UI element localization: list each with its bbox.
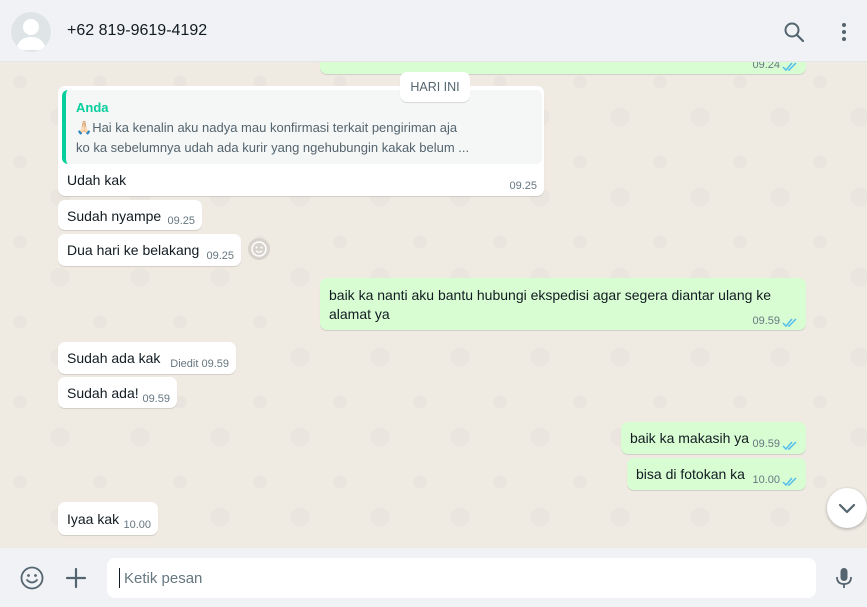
- message-text-line2: alamat ya: [329, 306, 390, 322]
- contact-title[interactable]: +62 819-9619-4192: [67, 22, 207, 40]
- search-icon: [784, 22, 805, 43]
- read-ticks-icon: [782, 477, 797, 487]
- attach-plus-icon: [65, 567, 87, 589]
- message-text: Iyaa kak: [67, 511, 120, 527]
- read-ticks-icon: [782, 318, 797, 328]
- message-bubble-outgoing[interactable]: baik ka nanti aku bantu hubungi ekspedis…: [320, 278, 806, 330]
- composer-bar: Ketik pesan: [0, 548, 867, 607]
- microphone-icon: [836, 568, 852, 588]
- message-text: Sudah nyampe: [67, 208, 162, 224]
- message-text: Sudah ada kak: [67, 350, 161, 366]
- message-bubble-outgoing[interactable]: 09.24: [320, 62, 806, 74]
- text-caret: [119, 568, 120, 588]
- emoji-button[interactable]: [19, 565, 45, 591]
- chat-header: +62 819-9619-4192: [0, 0, 867, 62]
- search-button[interactable]: [781, 19, 807, 45]
- react-button[interactable]: [247, 237, 271, 261]
- smiley-icon: [248, 238, 270, 260]
- message-text: Sudah ada!: [67, 385, 139, 401]
- message-bubble-incoming[interactable]: Sudah nyampe 09.25: [58, 200, 202, 230]
- message-list[interactable]: 09.24 HARI INI Anda 🙏🏻Hai ka kenalin aku…: [0, 62, 867, 548]
- message-bubble-outgoing[interactable]: baik ka makasih ya 09.59: [621, 422, 806, 454]
- avatar[interactable]: [11, 12, 51, 52]
- message-time: 09.59: [752, 315, 780, 327]
- message-text: bisa di fotokan ka: [636, 466, 745, 482]
- message-bubble-incoming[interactable]: Iyaa kak 10.00: [58, 502, 158, 535]
- message-time: 09.25: [206, 250, 234, 262]
- message-text-line1: baik ka nanti aku bantu hubungi ekspedis…: [329, 287, 772, 303]
- message-bubble-incoming[interactable]: Dua hari ke belakang 09.25: [58, 234, 241, 266]
- message-time: 09.59: [752, 438, 780, 450]
- message-bubble-incoming[interactable]: Anda 🙏🏻Hai ka kenalin aku nadya mau konf…: [58, 86, 544, 196]
- message-bubble-outgoing[interactable]: bisa di fotokan ka 10.00: [627, 458, 806, 490]
- quote-author: Anda: [76, 100, 109, 115]
- message-time-edited: Diedit 09.59: [170, 358, 229, 370]
- message-input-placeholder: Ketik pesan: [124, 570, 203, 587]
- message-bubble-incoming[interactable]: Sudah ada kak Diedit 09.59: [58, 342, 236, 374]
- read-ticks-icon: [782, 441, 797, 451]
- attach-button[interactable]: [63, 565, 89, 591]
- read-ticks-icon: [782, 62, 797, 72]
- message-time: 09.59: [142, 393, 170, 405]
- message-text: Dua hari ke belakang: [67, 242, 200, 258]
- message-text: Udah kak: [67, 172, 127, 188]
- quote-text-line1: 🙏🏻Hai ka kenalin aku nadya mau konfirmas…: [76, 120, 458, 135]
- scroll-to-bottom-button[interactable]: [827, 488, 867, 528]
- message-bubble-incoming[interactable]: Sudah ada! 09.59: [58, 377, 177, 408]
- voice-message-button[interactable]: [831, 565, 857, 591]
- menu-dots-icon: [842, 23, 846, 41]
- message-time: 10.00: [123, 519, 151, 531]
- chevron-down-icon: [838, 503, 856, 514]
- message-time: 09.24: [752, 62, 780, 71]
- message-time: 09.25: [167, 215, 195, 227]
- quote-text-line2: ko ka sebelumnya udah ada kurir yang nge…: [76, 140, 470, 155]
- emoji-icon: [20, 566, 44, 590]
- message-time: 09.25: [509, 180, 537, 192]
- message-input[interactable]: Ketik pesan: [107, 558, 816, 598]
- quoted-message[interactable]: Anda 🙏🏻Hai ka kenalin aku nadya mau konf…: [62, 90, 542, 164]
- message-text: baik ka makasih ya: [630, 430, 750, 446]
- pray-emoji: 🙏🏻: [76, 120, 93, 135]
- message-time: 10.00: [752, 474, 780, 486]
- default-avatar-icon: [16, 19, 46, 50]
- date-divider: HARI INI: [400, 72, 470, 102]
- menu-button[interactable]: [831, 19, 857, 45]
